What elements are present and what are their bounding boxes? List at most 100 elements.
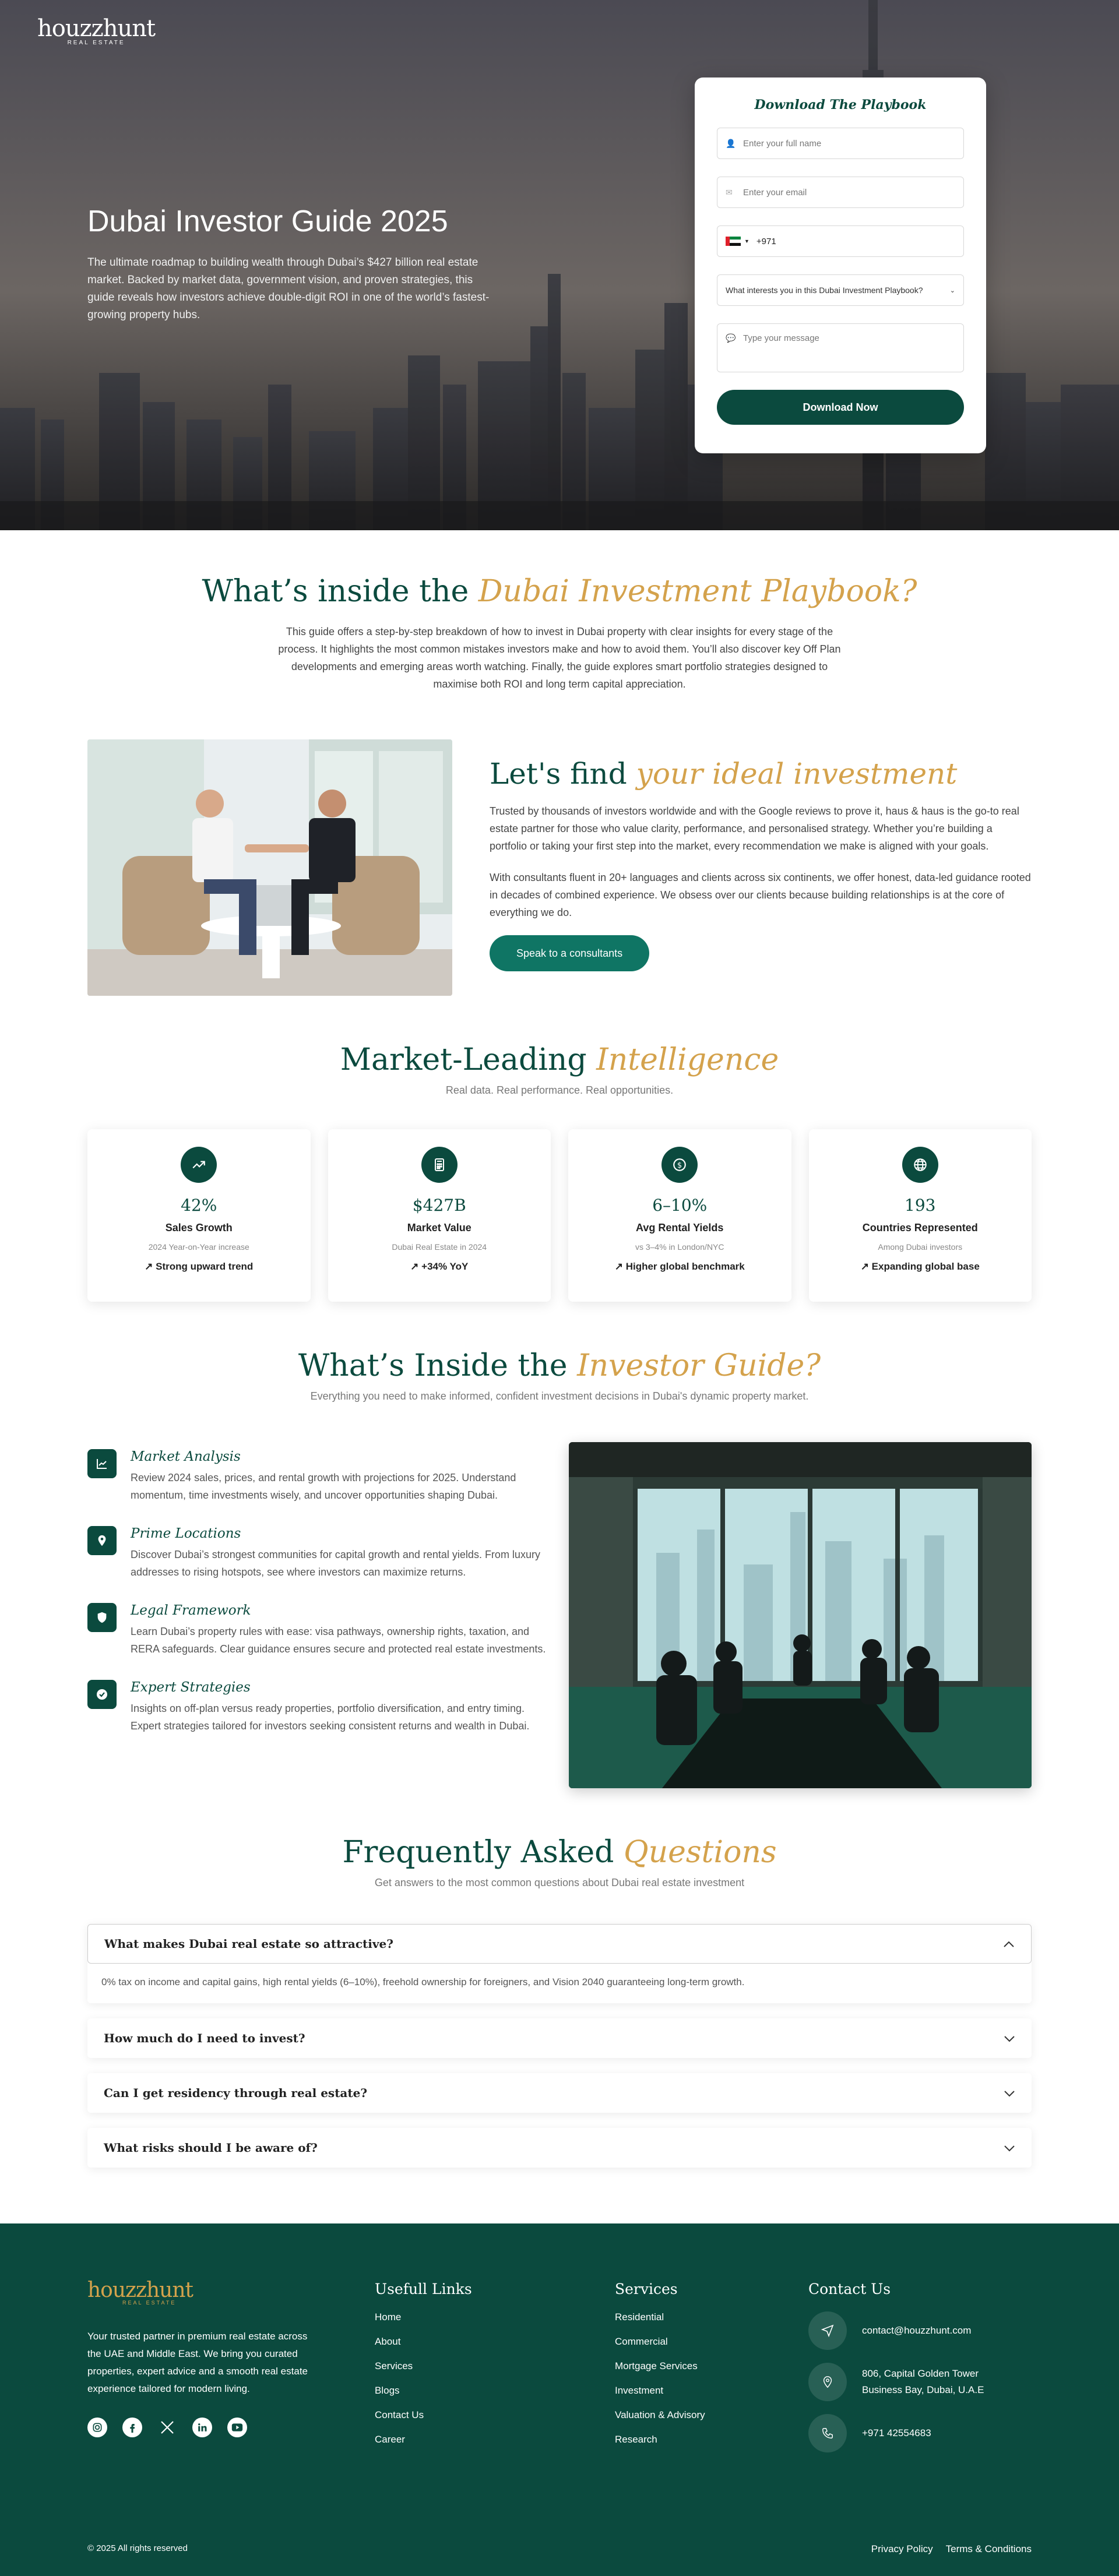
svg-text:$: $ bbox=[677, 1161, 682, 1170]
stat-card: $ 6–10% Avg Rental Yields vs 3–4% in Lon… bbox=[568, 1129, 791, 1302]
footer-service-investment[interactable]: Investment bbox=[615, 2385, 705, 2397]
title-plain: What’s Inside the bbox=[298, 1348, 578, 1383]
feature-text: Review 2024 sales, prices, and rental gr… bbox=[131, 1472, 516, 1501]
facebook-icon[interactable] bbox=[122, 2418, 142, 2437]
title-accent: your ideal investment bbox=[636, 757, 958, 791]
faq-subtitle: Get answers to the most common questions… bbox=[374, 1877, 745, 1888]
social-links bbox=[87, 2418, 315, 2437]
terms-link[interactable]: Terms & Conditions bbox=[946, 2543, 1032, 2555]
faq-question-toggle[interactable]: What risks should I be aware of? bbox=[87, 2128, 1032, 2168]
footer-link-about[interactable]: About bbox=[375, 2336, 472, 2348]
footer-service-commercial[interactable]: Commercial bbox=[615, 2336, 705, 2348]
faq-item: What makes Dubai real estate so attracti… bbox=[87, 1924, 1032, 2003]
contact-email[interactable]: contact@houzzhunt.com bbox=[808, 2311, 984, 2350]
footer-service-research[interactable]: Research bbox=[615, 2434, 705, 2445]
speak-consultant-button[interactable]: Speak to a consultants bbox=[490, 935, 650, 971]
guide-title: What’s Inside the Investor Guide? bbox=[87, 1348, 1032, 1383]
chevron-down-icon bbox=[1004, 2086, 1015, 2100]
interest-select[interactable]: What interests you in this Dubai Investm… bbox=[717, 274, 964, 306]
footer-bottom: © 2025 All rights reserved Privacy Polic… bbox=[87, 2543, 1032, 2555]
footer-service-mortgage[interactable]: Mortgage Services bbox=[615, 2360, 705, 2372]
faq-answer: 0% tax on income and capital gains, high… bbox=[101, 1976, 745, 1987]
stat-value: $427B bbox=[412, 1196, 466, 1215]
youtube-icon[interactable] bbox=[227, 2418, 247, 2437]
mail-icon: ✉ bbox=[726, 187, 733, 197]
title-accent: Investor Guide? bbox=[577, 1348, 821, 1383]
playbook-intro-section: What’s inside the Dubai Investment Playb… bbox=[87, 530, 1032, 693]
uae-flag-icon[interactable] bbox=[726, 237, 741, 246]
faq-question-toggle[interactable]: Can I get residency through real estate? bbox=[87, 2073, 1032, 2113]
faq-question: What makes Dubai real estate so attracti… bbox=[104, 1937, 393, 1951]
footer-link-career[interactable]: Career bbox=[375, 2434, 472, 2445]
stat-note: Dubai Real Estate in 2024 bbox=[392, 1242, 487, 1252]
stat-value: 6–10% bbox=[652, 1196, 708, 1215]
site-logo[interactable]: houzzhunt REAL ESTATE bbox=[37, 15, 156, 46]
faq-section: Frequently Asked Questions Get answers t… bbox=[87, 1835, 1032, 2168]
phone-field[interactable]: ▼ +971 bbox=[717, 225, 964, 257]
stat-label: Sales Growth bbox=[165, 1222, 233, 1234]
footer-logo[interactable]: houzzhunt REAL ESTATE bbox=[87, 2278, 315, 2306]
phone-text: +971 42554683 bbox=[862, 2427, 931, 2438]
footer-service-valuation[interactable]: Valuation & Advisory bbox=[615, 2409, 705, 2421]
copyright: © 2025 All rights reserved bbox=[87, 2543, 188, 2553]
privacy-policy-link[interactable]: Privacy Policy bbox=[871, 2543, 933, 2555]
footer-services: Services Residential Commercial Mortgage… bbox=[615, 2281, 705, 2458]
feature-text: Insights on off-plan versus ready proper… bbox=[131, 1703, 530, 1732]
find-paragraph-1: Trusted by thousands of investors worldw… bbox=[490, 805, 1019, 852]
name-placeholder: Enter your full name bbox=[743, 138, 822, 149]
footer-service-residential[interactable]: Residential bbox=[615, 2311, 705, 2323]
feature-item: Market Analysis Review 2024 sales, prices… bbox=[87, 1449, 549, 1504]
feature-text: Discover Dubai’s strongest communities f… bbox=[131, 1549, 540, 1578]
email-text: contact@houzzhunt.com bbox=[862, 2325, 972, 2336]
chart-icon bbox=[87, 1449, 117, 1478]
footer-description: Your trusted partner in premium real est… bbox=[87, 2331, 308, 2394]
services-title: Services bbox=[615, 2281, 678, 2297]
footer-contact: Contact Us contact@houzzhunt.com 806, Ca… bbox=[808, 2281, 984, 2465]
title-plain: Frequently Asked bbox=[342, 1835, 624, 1870]
playbook-title: What’s inside the Dubai Investment Playb… bbox=[87, 574, 1032, 609]
feature-item: Legal Framework Learn Dubai’s property ru… bbox=[87, 1603, 549, 1658]
chevron-down-icon bbox=[1004, 2031, 1015, 2045]
message-field[interactable]: 💬 Type your message bbox=[717, 323, 964, 372]
location-pin-icon bbox=[808, 2363, 847, 2401]
stat-note: 2024 Year-on-Year increase bbox=[148, 1242, 249, 1252]
faq-item: What risks should I be aware of? bbox=[87, 2128, 1032, 2168]
hero-description: The ultimate roadmap to building wealth … bbox=[87, 256, 490, 321]
title-plain: Market-Leading bbox=[340, 1042, 597, 1077]
useful-links-title: Usefull Links bbox=[375, 2281, 472, 2297]
stat-note: vs 3–4% in London/NYC bbox=[635, 1242, 724, 1252]
email-field[interactable]: ✉ Enter your email bbox=[717, 177, 964, 208]
logo-tagline: REAL ESTATE bbox=[122, 2300, 177, 2306]
footer-link-blogs[interactable]: Blogs bbox=[375, 2385, 472, 2397]
name-field[interactable]: 👤 Enter your full name bbox=[717, 128, 964, 159]
stat-card: 193 Countries Represented Among Dubai in… bbox=[808, 1129, 1032, 1302]
title-accent: Intelligence bbox=[596, 1042, 779, 1077]
stat-card: 42% Sales Growth 2024 Year-on-Year incre… bbox=[87, 1129, 311, 1302]
x-twitter-icon[interactable] bbox=[157, 2418, 177, 2437]
shield-icon bbox=[87, 1603, 117, 1632]
site-footer: houzzhunt REAL ESTATE Your trusted partn… bbox=[0, 2223, 1119, 2576]
address-line-2: Business Bay, Dubai, U.A.E bbox=[862, 2384, 984, 2395]
hero-text: Dubai Investor Guide 2025 The ultimate r… bbox=[87, 204, 495, 324]
chevron-down-icon[interactable]: ▼ bbox=[744, 238, 749, 244]
feature-item: Prime Locations Discover Dubai’s stronges… bbox=[87, 1526, 549, 1581]
guide-subtitle: Everything you need to make informed, co… bbox=[310, 1390, 809, 1402]
faq-item: Can I get residency through real estate? bbox=[87, 2073, 1032, 2113]
stat-card: $427B Market Value Dubai Real Estate in … bbox=[328, 1129, 551, 1302]
form-title: Download The Playbook bbox=[754, 97, 927, 112]
contact-title: Contact Us bbox=[808, 2281, 891, 2297]
faq-question-toggle[interactable]: How much do I need to invest? bbox=[87, 2018, 1032, 2058]
footer-link-home[interactable]: Home bbox=[375, 2311, 472, 2323]
find-title: Let's find your ideal investment bbox=[490, 757, 1032, 791]
title-plain: What’s inside the bbox=[202, 574, 478, 609]
market-subtitle: Real data. Real performance. Real opport… bbox=[445, 1084, 674, 1096]
download-now-button[interactable]: Download Now bbox=[717, 390, 964, 425]
linkedin-icon[interactable] bbox=[192, 2418, 212, 2437]
contact-phone[interactable]: +971 42554683 bbox=[808, 2414, 984, 2452]
download-form: Download The Playbook 👤 Enter your full n… bbox=[695, 77, 986, 453]
hero-title: Dubai Investor Guide 2025 bbox=[87, 205, 448, 238]
footer-link-contact[interactable]: Contact Us bbox=[375, 2409, 472, 2421]
faq-question-toggle[interactable]: What makes Dubai real estate so attracti… bbox=[87, 1924, 1032, 1964]
instagram-icon[interactable] bbox=[87, 2418, 107, 2437]
footer-link-services[interactable]: Services bbox=[375, 2360, 472, 2372]
